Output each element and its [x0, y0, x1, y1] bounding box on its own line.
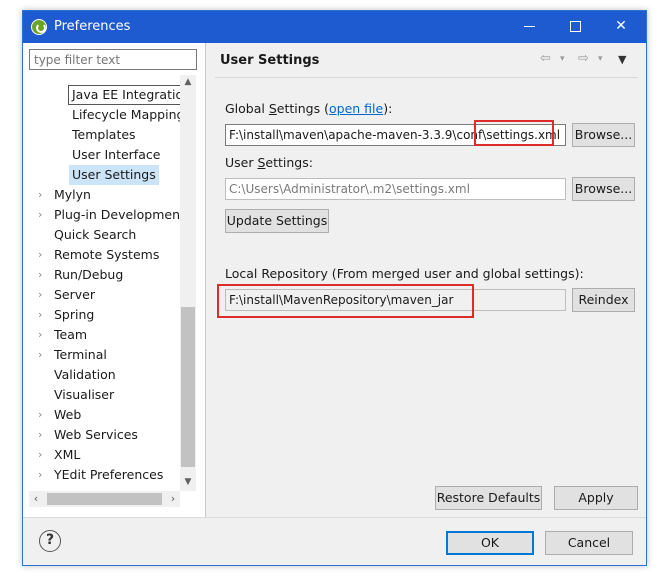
preferences-window: Preferences ✕ Java EE Integration Lifecy…: [22, 10, 647, 566]
tree-horizontal-scrollbar[interactable]: ‹ ›: [29, 491, 180, 507]
minimize-button[interactable]: [506, 11, 552, 43]
page-navigation: ⇦ ▾ ⇨ ▾ ▼: [540, 51, 640, 71]
tree-item-team[interactable]: Team: [54, 325, 87, 345]
tree-vertical-scrollbar[interactable]: ▲ ▼: [180, 75, 196, 491]
scrollbar-thumb[interactable]: [47, 493, 162, 505]
user-settings-page: User Settings ⇦ ▾ ⇨ ▾ ▼ Global Settings …: [207, 43, 646, 517]
tree-item-java-ee-integration[interactable]: Java EE Integration: [68, 85, 180, 105]
close-button[interactable]: ✕: [598, 11, 644, 43]
help-icon[interactable]: ?: [39, 530, 61, 552]
tree-item-quick-search[interactable]: Quick Search: [54, 225, 136, 245]
view-menu-icon[interactable]: ▼: [618, 53, 626, 66]
restore-defaults-button[interactable]: Restore Defaults: [435, 486, 542, 510]
expand-arrow-icon[interactable]: ›: [38, 245, 48, 265]
update-settings-button[interactable]: Update Settings: [225, 209, 329, 233]
dialog-footer: ? OK Cancel: [23, 517, 646, 565]
browse-global-button[interactable]: Browse...: [572, 123, 635, 147]
scroll-left-icon[interactable]: ‹: [29, 491, 43, 507]
expand-arrow-icon[interactable]: ›: [38, 185, 48, 205]
scrollbar-thumb[interactable]: [181, 307, 195, 467]
tree-item-web-services[interactable]: Web Services: [54, 425, 138, 445]
tree-item-mylyn[interactable]: Mylyn: [54, 185, 91, 205]
cancel-button[interactable]: Cancel: [545, 531, 633, 555]
preferences-tree[interactable]: Java EE Integration Lifecycle Mapping Te…: [23, 75, 180, 491]
expand-arrow-icon[interactable]: ›: [38, 325, 48, 345]
expand-arrow-icon[interactable]: ›: [38, 285, 48, 305]
tree-item-spring[interactable]: Spring: [54, 305, 94, 325]
minimize-icon: [523, 25, 535, 27]
ok-button[interactable]: OK: [446, 531, 534, 555]
tree-item-run-debug[interactable]: Run/Debug: [54, 265, 123, 285]
tree-item-plugin-development[interactable]: Plug-in Development: [54, 205, 180, 225]
highlight-box: [217, 284, 474, 318]
global-settings-label: Global Settings (open file):: [225, 101, 393, 116]
tree-item-terminal[interactable]: Terminal: [54, 345, 107, 365]
back-menu-chevron-down-icon[interactable]: ▾: [560, 54, 565, 64]
tree-item-visualiser[interactable]: Visualiser: [54, 385, 114, 405]
page-title: User Settings: [220, 53, 320, 68]
title-bar[interactable]: Preferences ✕: [23, 11, 646, 43]
apply-button[interactable]: Apply: [554, 486, 638, 510]
preferences-tree-pane: Java EE Integration Lifecycle Mapping Te…: [23, 43, 206, 517]
expand-arrow-icon[interactable]: ›: [38, 465, 48, 485]
reindex-button[interactable]: Reindex: [572, 288, 635, 312]
tree-item-user-interface[interactable]: User Interface: [72, 145, 160, 165]
spring-app-icon: [31, 19, 47, 35]
tree-item-user-settings[interactable]: User Settings: [69, 165, 159, 185]
tree-item-validation[interactable]: Validation: [54, 365, 116, 385]
tree-item-yedit-preferences[interactable]: YEdit Preferences: [54, 465, 163, 485]
scroll-right-icon[interactable]: ›: [166, 491, 180, 507]
scroll-down-icon[interactable]: ▼: [180, 477, 196, 487]
user-settings-field[interactable]: C:\Users\Administrator\.m2\settings.xml: [225, 178, 566, 200]
tree-item-lifecycle-mapping[interactable]: Lifecycle Mapping: [72, 105, 180, 125]
maximize-icon: [569, 20, 581, 32]
open-file-link[interactable]: open file: [329, 101, 383, 116]
local-repository-label: Local Repository (From merged user and g…: [225, 266, 584, 281]
tree-item-remote-systems[interactable]: Remote Systems: [54, 245, 159, 265]
close-icon: ✕: [615, 18, 627, 34]
highlight-box: [474, 120, 554, 146]
tree-item-web[interactable]: Web: [54, 405, 81, 425]
window-title: Preferences: [54, 19, 131, 34]
expand-arrow-icon[interactable]: ›: [38, 445, 48, 465]
maximize-button[interactable]: [552, 11, 598, 43]
expand-arrow-icon[interactable]: ›: [38, 345, 48, 365]
expand-arrow-icon[interactable]: ›: [38, 305, 48, 325]
forward-icon[interactable]: ⇨: [578, 51, 589, 66]
tree-item-server[interactable]: Server: [54, 285, 95, 305]
user-settings-label: User Settings:: [225, 155, 313, 170]
forward-menu-chevron-down-icon[interactable]: ▾: [598, 54, 603, 64]
filter-input[interactable]: [29, 49, 197, 70]
separator: [215, 77, 638, 78]
browse-user-button[interactable]: Browse...: [572, 177, 635, 201]
tree-item-templates[interactable]: Templates: [72, 125, 136, 145]
scroll-up-icon[interactable]: ▲: [180, 77, 196, 87]
expand-arrow-icon[interactable]: ›: [38, 205, 48, 225]
expand-arrow-icon[interactable]: ›: [38, 425, 48, 445]
expand-arrow-icon[interactable]: ›: [38, 405, 48, 425]
expand-arrow-icon[interactable]: ›: [38, 265, 48, 285]
tree-item-xml[interactable]: XML: [54, 445, 80, 465]
back-icon[interactable]: ⇦: [540, 51, 551, 66]
